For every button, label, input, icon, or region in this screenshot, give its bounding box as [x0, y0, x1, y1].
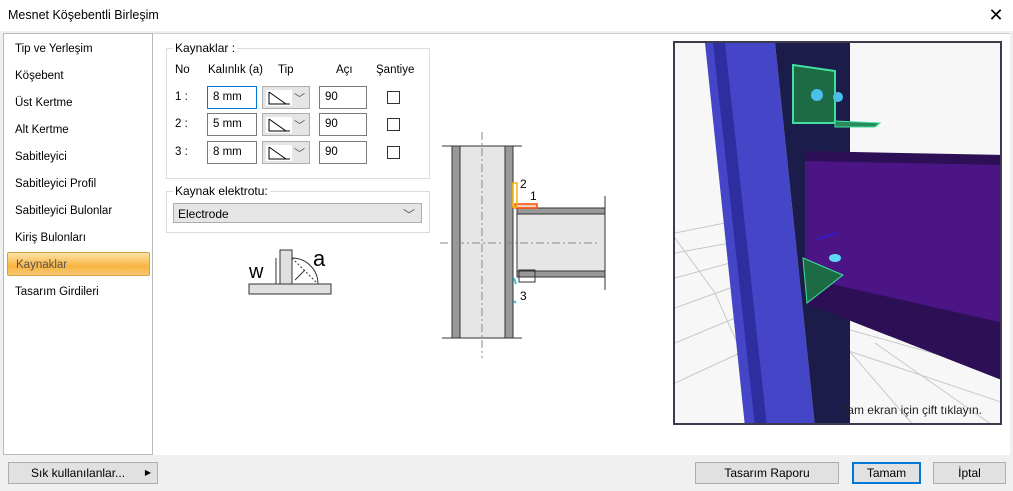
header-type: Tip: [278, 64, 294, 76]
close-icon[interactable]: ✕: [985, 4, 1007, 26]
sidebar: Tip ve Yerleşim Köşebent Üst Kertme Alt …: [3, 33, 153, 455]
design-report-button[interactable]: Tasarım Raporu: [695, 462, 839, 484]
a-label: a: [313, 246, 326, 271]
fullscreen-hint: Tam ekran için çift tıklayın.: [841, 403, 982, 417]
fillet-weld-icon: [266, 145, 292, 161]
weld-row-number: 2 :: [175, 118, 188, 130]
3d-model-render: [675, 43, 1000, 423]
header-thickness: Kalınlık (a): [208, 64, 263, 76]
electrode-legend: Kaynak elektrotu:: [175, 184, 268, 198]
sidebar-item-tip-ve-yerlesim[interactable]: Tip ve Yerleşim: [7, 37, 150, 61]
weld-row-number: 3 :: [175, 146, 188, 158]
weld-angle-input[interactable]: 90: [319, 141, 367, 164]
favorites-button[interactable]: Sık kullanılanlar... ▶: [8, 462, 158, 484]
sidebar-item-tasarim-girdileri[interactable]: Tasarım Girdileri: [7, 280, 150, 304]
chevron-right-icon: ▶: [144, 468, 151, 477]
weld-thickness-input[interactable]: 8 mm: [207, 141, 257, 164]
sidebar-item-sabitleyici-bulonlar[interactable]: Sabitleyici Bulonlar: [7, 199, 150, 223]
sidebar-item-ust-kertme[interactable]: Üst Kertme: [7, 91, 150, 115]
weld-angle-input[interactable]: 90: [319, 86, 367, 109]
weld-size-diagram: w a: [248, 246, 332, 295]
sidebar-item-kiris-bulonlari[interactable]: Kiriş Bulonları: [7, 226, 150, 250]
weld-thickness-input[interactable]: 5 mm: [207, 113, 257, 136]
window-title: Mesnet Köşebentli Birleşim: [8, 8, 159, 22]
weld-angle-input[interactable]: 90: [319, 113, 367, 136]
header-no: No: [175, 64, 190, 76]
electrode-select[interactable]: Electrode ﹀: [173, 203, 422, 223]
weld-type-select[interactable]: ﹀: [262, 86, 310, 109]
weld-type-select[interactable]: ﹀: [262, 113, 310, 136]
favorites-label: Sık kullanılanlar...: [31, 466, 126, 480]
fillet-weld-icon: [266, 117, 292, 133]
sidebar-item-sabitleyici-profil[interactable]: Sabitleyici Profil: [7, 172, 150, 196]
chevron-down-icon: ﹀: [402, 208, 415, 222]
weld-1-label: 1: [530, 189, 537, 203]
weld-row-number: 1 :: [175, 91, 188, 103]
site-weld-checkbox[interactable]: [387, 146, 400, 159]
sidebar-item-alt-kertme[interactable]: Alt Kertme: [7, 118, 150, 142]
electrode-value: Electrode: [178, 207, 229, 221]
header-site: Şantiye: [376, 64, 415, 76]
chevron-down-icon: ﹀: [294, 93, 305, 105]
sidebar-item-kaynaklar[interactable]: Kaynaklar: [7, 252, 150, 276]
weld-thickness-input[interactable]: 8 mm: [207, 86, 257, 109]
site-weld-checkbox[interactable]: [387, 118, 400, 131]
3d-view[interactable]: Tam ekran için çift tıklayın.: [673, 41, 1002, 425]
fillet-weld-icon: [266, 90, 292, 106]
cancel-button[interactable]: İptal: [933, 462, 1006, 484]
site-weld-checkbox[interactable]: [387, 91, 400, 104]
weld-type-select[interactable]: ﹀: [262, 141, 310, 164]
title-bar: Mesnet Köşebentli Birleşim ✕: [0, 0, 1013, 31]
sidebar-item-sabitleyici[interactable]: Sabitleyici: [7, 145, 150, 169]
welds-legend: Kaynaklar :: [175, 41, 236, 55]
chevron-down-icon: ﹀: [294, 120, 305, 132]
ok-button[interactable]: Tamam: [852, 462, 921, 484]
chevron-down-icon: ﹀: [294, 148, 305, 160]
weld-3-label: 3: [520, 289, 527, 303]
weld-2-label: 2: [520, 177, 527, 191]
connection-section-drawing: 2 1 3: [440, 132, 606, 358]
header-angle: Açı: [336, 64, 353, 76]
sidebar-item-kosebent[interactable]: Köşebent: [7, 64, 150, 88]
w-label: w: [248, 261, 264, 283]
